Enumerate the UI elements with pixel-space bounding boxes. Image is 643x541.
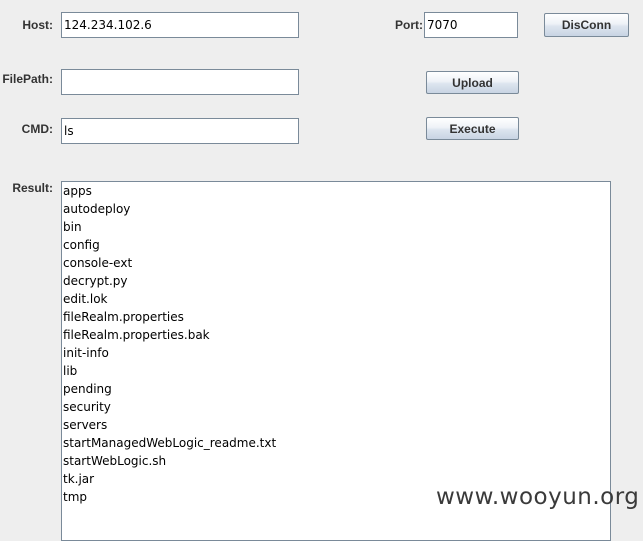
result-label: Result: xyxy=(12,181,53,195)
port-input[interactable] xyxy=(424,12,518,38)
result-line: bin xyxy=(63,220,82,234)
filepath-input[interactable] xyxy=(61,69,299,95)
result-line: init-info xyxy=(63,346,109,360)
result-line: pending xyxy=(63,382,112,396)
cmd-label: CMD: xyxy=(21,122,53,136)
cmd-input[interactable] xyxy=(61,118,299,144)
watermark: www.wooyun.org xyxy=(436,484,640,510)
result-line: security xyxy=(63,400,111,414)
result-line: autodeploy xyxy=(63,202,131,216)
result-line: fileRealm.properties.bak xyxy=(63,328,210,342)
result-list: apps autodeploy bin config console-ext d… xyxy=(62,182,610,506)
host-label: Host: xyxy=(22,18,53,32)
upload-button[interactable]: Upload xyxy=(426,71,519,94)
result-line: console-ext xyxy=(63,256,133,270)
result-line: servers xyxy=(63,418,108,432)
result-line: lib xyxy=(63,364,78,378)
disconnect-button[interactable]: DisConn xyxy=(544,13,629,37)
result-line: startManagedWebLogic_readme.txt xyxy=(63,436,277,450)
port-label: Port: xyxy=(395,18,423,32)
host-input[interactable] xyxy=(61,12,299,38)
execute-button[interactable]: Execute xyxy=(426,117,519,140)
result-line: config xyxy=(63,238,100,252)
filepath-label: FilePath: xyxy=(2,72,53,86)
result-line: fileRealm.properties xyxy=(63,310,184,324)
result-line: startWebLogic.sh xyxy=(63,454,167,468)
result-line: apps xyxy=(63,184,92,198)
result-line: decrypt.py xyxy=(63,274,128,288)
result-line: edit.lok xyxy=(63,292,108,306)
